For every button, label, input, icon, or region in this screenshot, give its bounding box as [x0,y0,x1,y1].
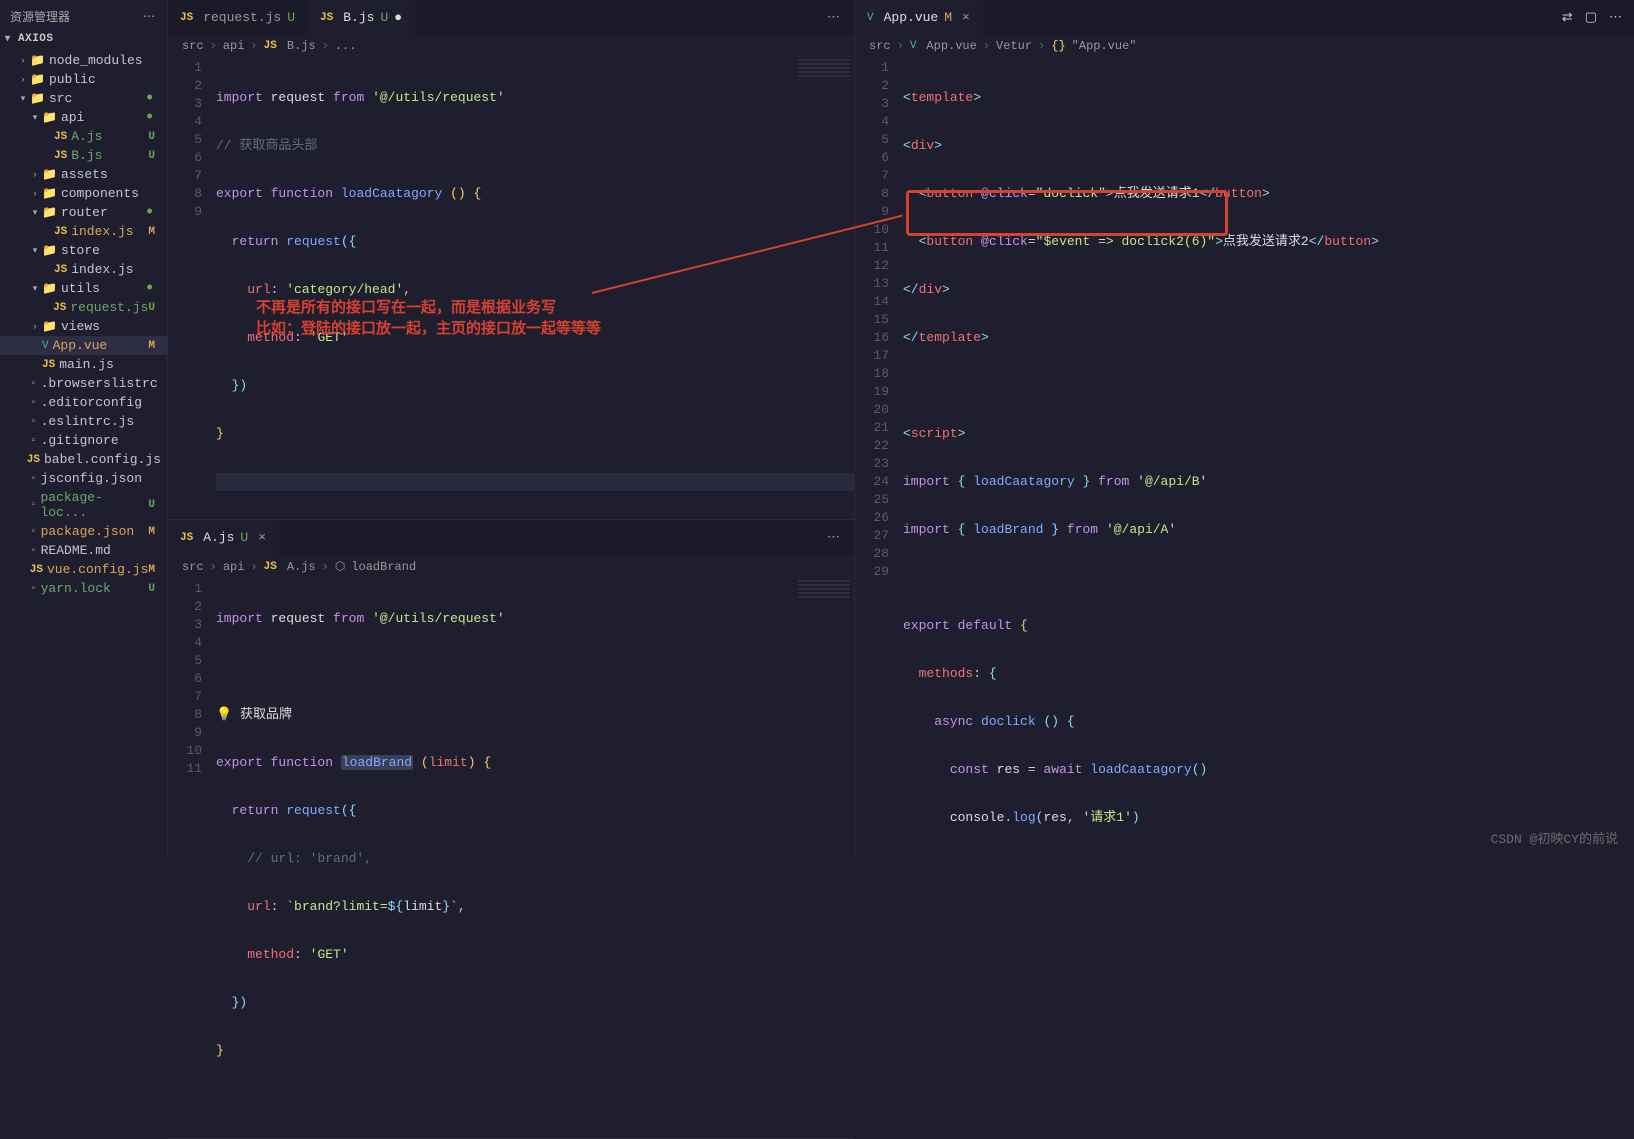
tree-item-router[interactable]: ▾📁router• [0,203,167,222]
file-icon: ▫ [30,583,37,595]
file-icon: ▫ [30,473,37,485]
js-icon: JS [320,12,333,24]
tree-item-appvue[interactable]: ›VApp.vueM [0,336,167,355]
file-tree: ›📁node_modules›📁public▾📁src•▾📁api•›JSA.j… [0,51,167,598]
tabs-right: V App.vue M × ⇄ ▢ ⋯ [855,0,1634,35]
folder-icon: 📁 [30,53,45,68]
more-icon[interactable]: ⋯ [815,0,854,35]
tree-item-nodemodules[interactable]: ›📁node_modules [0,51,167,70]
folder-icon: 📁 [42,281,57,296]
editor-a-js[interactable]: 1234567891011 import request from '@/uti… [168,578,854,1138]
tree-item-editorconfig[interactable]: ›▫.editorconfig [0,393,167,412]
js-icon: JS [30,564,43,576]
tree-item-gitignore[interactable]: ›▫.gitignore [0,431,167,450]
explorer-sidebar: 资源管理器 ⋯ AXIOS ›📁node_modules›📁public▾📁sr… [0,0,168,857]
breadcrumb-bottom[interactable]: src› api› JSA.js› ⬡ loadBrand [168,555,854,578]
tree-item-packagejson[interactable]: ›▫package.jsonM [0,522,167,541]
close-icon[interactable]: × [258,530,266,545]
tree-item-store[interactable]: ▾📁store [0,241,167,260]
folder-icon: 📁 [42,205,57,220]
tree-item-utils[interactable]: ▾📁utils• [0,279,167,298]
folder-icon: 📁 [30,91,45,106]
tree-item-bjs[interactable]: ›JSB.jsU [0,146,167,165]
js-icon: JS [180,532,193,544]
tree-item-components[interactable]: ›📁components [0,184,167,203]
tree-item-packageloc[interactable]: ›▫package-loc...U [0,488,167,522]
explorer-title: 资源管理器 [10,8,70,25]
tab-app-vue[interactable]: V App.vue M × [855,0,983,35]
file-icon: ▫ [30,499,37,511]
annotation-text: 不再是所有的接口写在一起，而是根据业务写 比如：登陆的接口放一起，主页的接口放一… [256,296,601,338]
tree-item-babelconfigjs[interactable]: ›JSbabel.config.js [0,450,167,469]
tabs-bottom: JS A.js U × ⋯ [168,520,854,555]
file-icon: ▫ [30,435,37,447]
tree-item-views[interactable]: ›📁views [0,317,167,336]
more-icon[interactable]: ⋯ [143,9,157,24]
editor-app-vue[interactable]: 1234567891011121314151617181920212223242… [855,57,1634,857]
tree-item-indexjs[interactable]: ›JSindex.jsM [0,222,167,241]
tree-item-vueconfigjs[interactable]: ›JSvue.config.jsM [0,560,167,579]
tree-item-src[interactable]: ▾📁src• [0,89,167,108]
tree-item-assets[interactable]: ›📁assets [0,165,167,184]
tree-item-readmemd[interactable]: ›▫README.md [0,541,167,560]
tree-item-requestjs[interactable]: ›JSrequest.jsU [0,298,167,317]
vue-icon: V [42,340,49,352]
layout-icon[interactable]: ▢ [1585,10,1597,25]
tree-item-browserslistrc[interactable]: ›▫.browserslistrc [0,374,167,393]
watermark: CSDN @初映CY的前说 [1491,828,1618,847]
js-icon: JS [54,150,67,162]
breadcrumb-right[interactable]: src› VApp.vue› Vetur› {} "App.vue" [855,35,1634,57]
tree-item-jsconfigjson[interactable]: ›▫jsconfig.json [0,469,167,488]
editor-b-js[interactable]: 123456789 import request from '@/utils/r… [168,57,854,519]
folder-icon: 📁 [42,186,57,201]
js-icon: JS [42,359,55,371]
folder-icon: 📁 [42,243,57,258]
tabs-top: JS request.js U JS B.js U ● ⋯ [168,0,854,35]
tree-item-mainjs[interactable]: ›JSmain.js [0,355,167,374]
tree-item-public[interactable]: ›📁public [0,70,167,89]
js-icon: JS [180,12,193,24]
file-icon: ▫ [30,416,37,428]
tree-item-api[interactable]: ▾📁api• [0,108,167,127]
js-icon: JS [54,264,67,276]
minimap[interactable] [794,57,854,519]
vue-icon: V [867,12,874,24]
tab-a-js[interactable]: JS A.js U × [168,520,279,555]
file-icon: ▫ [30,526,37,538]
folder-icon: 📁 [42,110,57,125]
js-icon: JS [54,226,67,238]
more-icon[interactable]: ⋯ [815,520,854,555]
tab-b-js[interactable]: JS B.js U ● [308,0,415,35]
file-icon: ▫ [30,545,37,557]
breadcrumb-top[interactable]: src› api› JSB.js› ... [168,35,854,57]
tab-request-js[interactable]: JS request.js U [168,0,308,35]
compare-icon[interactable]: ⇄ [1562,10,1573,25]
tree-item-ajs[interactable]: ›JSA.jsU [0,127,167,146]
file-icon: ▫ [30,397,37,409]
tree-item-eslintrcjs[interactable]: ›▫.eslintrc.js [0,412,167,431]
folder-icon: 📁 [42,167,57,182]
dirty-dot-icon: ● [394,10,402,25]
minimap[interactable] [794,578,854,1138]
tree-item-indexjs[interactable]: ›JSindex.js [0,260,167,279]
tree-item-yarnlock[interactable]: ›▫yarn.lockU [0,579,167,598]
js-icon: JS [53,302,66,314]
js-icon: JS [27,454,40,466]
file-icon: ▫ [30,378,37,390]
more-icon[interactable]: ⋯ [1609,10,1622,25]
close-icon[interactable]: × [962,10,970,25]
folder-icon: 📁 [42,319,57,334]
folder-icon: 📁 [30,72,45,87]
js-icon: JS [54,131,67,143]
project-section[interactable]: AXIOS [0,29,167,51]
